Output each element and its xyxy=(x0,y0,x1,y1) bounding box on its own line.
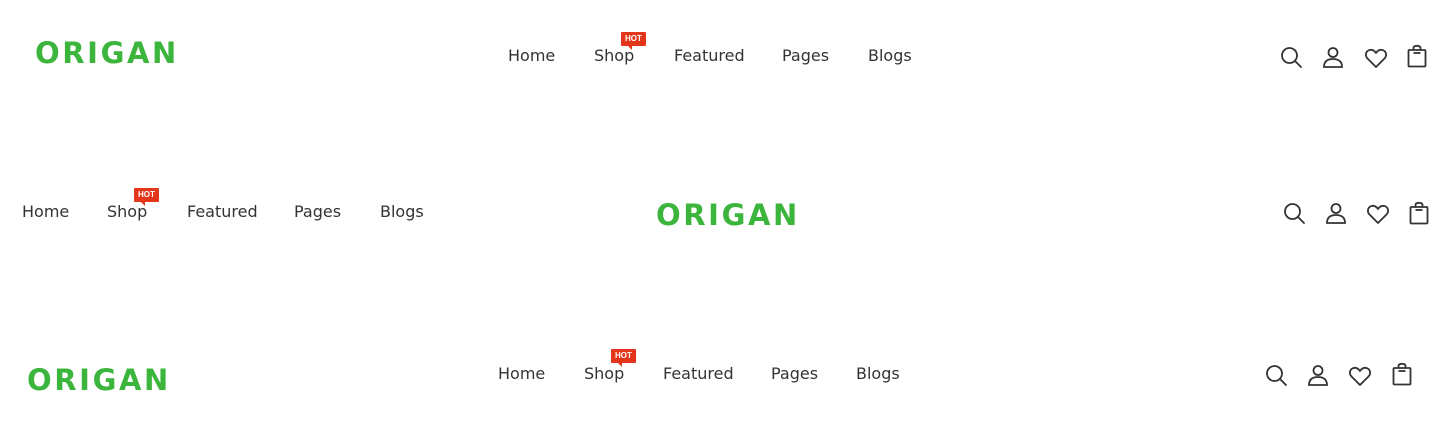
user-icon[interactable] xyxy=(1306,363,1330,387)
header-icons xyxy=(0,26,1454,86)
heart-icon[interactable] xyxy=(1348,364,1372,388)
header-icons xyxy=(0,184,1454,244)
search-icon[interactable] xyxy=(1264,363,1288,387)
shopping-bag-icon[interactable] xyxy=(1405,44,1429,68)
shopping-bag-icon[interactable] xyxy=(1390,362,1414,386)
header-logo-center: Home Shop HOT Featured Pages Blogs ORIGA… xyxy=(0,184,1454,244)
search-icon[interactable] xyxy=(1282,201,1306,225)
shopping-bag-icon[interactable] xyxy=(1407,201,1431,225)
header-icons xyxy=(0,348,1454,408)
header-logo-left: ORIGAN Home Shop HOT Featured Pages Blog… xyxy=(0,26,1454,86)
heart-icon[interactable] xyxy=(1366,202,1390,226)
user-icon[interactable] xyxy=(1324,201,1348,225)
search-icon[interactable] xyxy=(1279,45,1303,69)
header-logo-left-compact: ORIGAN Home Shop HOT Featured Pages Blog… xyxy=(0,348,1454,408)
heart-icon[interactable] xyxy=(1364,46,1388,70)
user-icon[interactable] xyxy=(1321,45,1345,69)
